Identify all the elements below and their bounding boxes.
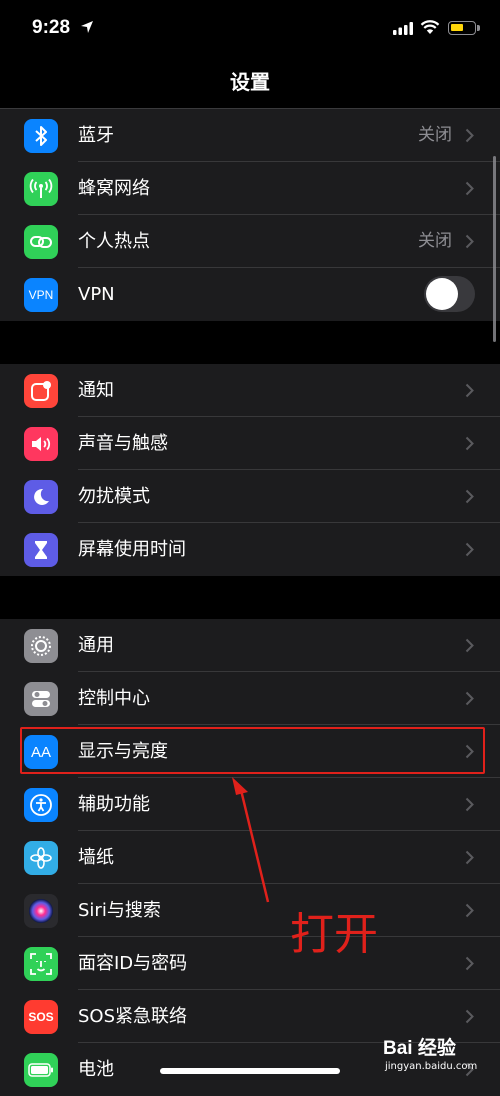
hourglass-icon — [24, 533, 58, 567]
settings-row-label: 辅助功能 — [78, 794, 150, 815]
watermark-brand: Bai 经验 — [383, 1038, 456, 1059]
settings-row-value: 关闭 — [418, 125, 452, 145]
chevron-right-icon — [465, 903, 474, 918]
vpn-icon-text: VPN — [28, 288, 54, 302]
wallpaper-icon — [24, 841, 58, 875]
toggle-knob — [426, 278, 458, 310]
watermark-url: jingyan.baidu.com — [385, 1061, 478, 1072]
settings-row-label: 电池 — [78, 1059, 114, 1080]
vpn-toggle[interactable] — [424, 276, 475, 312]
settings-row-label: 蜂窝网络 — [78, 178, 150, 199]
settings-row-label: SOS紧急联络 — [78, 1006, 188, 1027]
settings-row-label: 蓝牙 — [78, 125, 114, 146]
settings-row-value: 关闭 — [418, 231, 452, 251]
wifi-icon — [420, 20, 440, 34]
switches-icon — [24, 682, 58, 716]
chevron-right-icon — [465, 691, 474, 706]
settings-row-control-center[interactable]: 控制中心 — [0, 672, 500, 725]
settings-row-siri[interactable]: Siri与搜索 — [0, 884, 500, 937]
scroll-indicator[interactable] — [493, 156, 496, 342]
settings-group-notifications: 通知 声音与触感 勿扰模式 屏幕使用时间 — [0, 364, 500, 576]
settings-row-general[interactable]: 通用 — [0, 619, 500, 672]
settings-row-notifications[interactable]: 通知 — [0, 364, 500, 417]
settings-row-label: 墙纸 — [78, 847, 114, 868]
settings-row-label: 勿扰模式 — [78, 486, 150, 507]
settings-row-label: 个人热点 — [78, 231, 150, 252]
highlight-box — [20, 727, 485, 774]
siri-icon — [24, 894, 58, 928]
hotspot-icon — [24, 225, 58, 259]
settings-row-do-not-disturb[interactable]: 勿扰模式 — [0, 470, 500, 523]
chevron-right-icon — [465, 128, 474, 143]
watermark: Bai 经验 jingyan.baidu.com — [383, 1033, 493, 1081]
accessibility-icon — [24, 788, 58, 822]
settings-row-label: 控制中心 — [78, 688, 150, 709]
settings-row-label: 面容ID与密码 — [78, 953, 188, 974]
bluetooth-icon — [24, 119, 58, 153]
chevron-right-icon — [465, 850, 474, 865]
settings-row-label: 通知 — [78, 380, 114, 401]
notifications-icon — [24, 374, 58, 408]
chevron-right-icon — [465, 436, 474, 451]
status-bar: 9:28 — [0, 0, 500, 60]
settings-row-sounds[interactable]: 声音与触感 — [0, 417, 500, 470]
settings-row-vpn: VPN VPN — [0, 268, 500, 321]
battery-status-icon — [448, 21, 480, 35]
gear-icon — [24, 629, 58, 663]
settings-row-label: Siri与搜索 — [78, 900, 161, 921]
settings-row-accessibility[interactable]: 辅助功能 — [0, 778, 500, 831]
chevron-right-icon — [465, 797, 474, 812]
chevron-right-icon — [465, 181, 474, 196]
location-arrow-icon — [81, 21, 93, 33]
speaker-icon — [24, 427, 58, 461]
settings-row-cellular[interactable]: 蜂窝网络 — [0, 162, 500, 215]
settings-row-label: 屏幕使用时间 — [78, 539, 186, 560]
status-time: 9:28 — [32, 17, 71, 38]
settings-row-hotspot[interactable]: 个人热点 关闭 — [0, 215, 500, 268]
settings-row-bluetooth[interactable]: 蓝牙 关闭 — [0, 109, 500, 162]
settings-row-screen-time[interactable]: 屏幕使用时间 — [0, 523, 500, 576]
settings-row-faceid[interactable]: 面容ID与密码 — [0, 937, 500, 990]
chevron-right-icon — [465, 1009, 474, 1024]
chevron-right-icon — [465, 234, 474, 249]
vpn-icon: VPN — [24, 278, 58, 312]
chevron-right-icon — [465, 489, 474, 504]
sos-icon: SOS — [24, 1000, 58, 1034]
moon-icon — [24, 480, 58, 514]
chevron-right-icon — [465, 956, 474, 971]
cellular-icon — [24, 172, 58, 206]
faceid-icon — [24, 947, 58, 981]
settings-row-label: 通用 — [78, 635, 114, 656]
home-indicator[interactable] — [160, 1068, 340, 1074]
settings-row-wallpaper[interactable]: 墙纸 — [0, 831, 500, 884]
settings-row-label: 声音与触感 — [78, 433, 168, 454]
battery-icon — [24, 1053, 58, 1087]
settings-group-general: 通用 控制中心 AA 显示与亮度 辅助功能 墙纸 Siri与搜索 面容ID与密码… — [0, 619, 500, 1096]
annotation-label: 打开 — [290, 909, 378, 960]
page-title: 设置 — [230, 70, 270, 94]
sos-icon-text: SOS — [28, 1010, 54, 1024]
settings-group-connectivity: 蓝牙 关闭 蜂窝网络 个人热点 关闭 VPN VPN — [0, 109, 500, 321]
chevron-right-icon — [465, 638, 474, 653]
chevron-right-icon — [465, 542, 474, 557]
settings-row-label: VPN — [78, 284, 115, 305]
chevron-right-icon — [465, 383, 474, 398]
cellular-signal-icon — [393, 22, 413, 35]
